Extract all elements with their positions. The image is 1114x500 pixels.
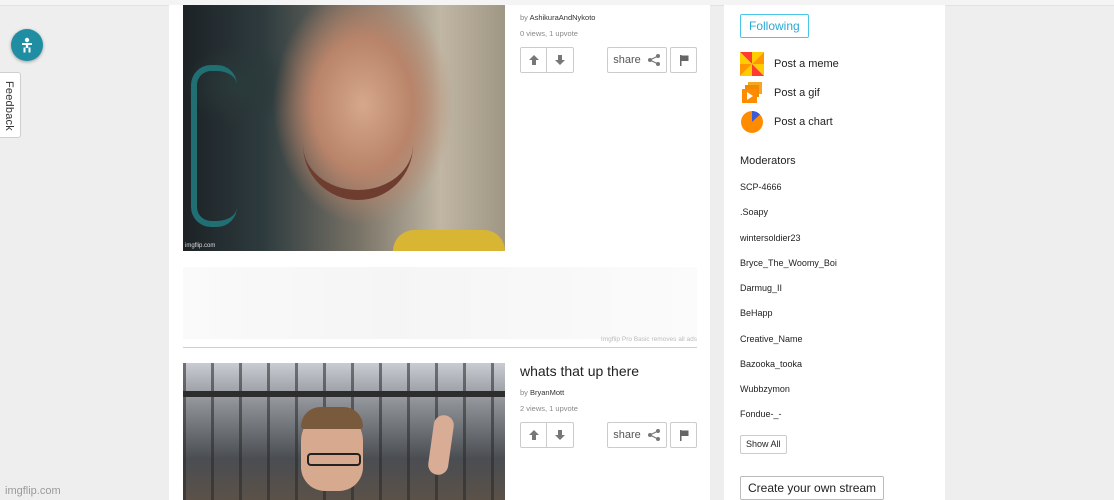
image-detail bbox=[191, 65, 237, 227]
site-watermark: imgflip.com bbox=[5, 485, 61, 497]
downvote-button[interactable] bbox=[546, 423, 572, 447]
image-detail bbox=[301, 407, 363, 429]
post-meme-label: Post a meme bbox=[774, 58, 839, 70]
accessibility-icon bbox=[22, 37, 32, 53]
create-stream-button[interactable]: Create your own stream bbox=[740, 476, 885, 500]
following-button[interactable]: Following bbox=[740, 14, 809, 38]
moderator-link[interactable]: Bazooka_tooka bbox=[740, 359, 802, 369]
share-button[interactable]: share bbox=[607, 47, 667, 73]
flag-button[interactable] bbox=[670, 47, 697, 73]
share-label: share bbox=[613, 429, 641, 441]
image-detail bbox=[303, 145, 413, 200]
post-1-image[interactable]: imgflip.com bbox=[183, 5, 505, 251]
post-2-image[interactable] bbox=[183, 363, 505, 500]
meme-pinwheel-icon bbox=[740, 52, 764, 76]
flag-icon bbox=[679, 430, 688, 441]
moderator-link[interactable]: Wubbzymon bbox=[740, 384, 790, 394]
post-2-author-line: by BryanMott bbox=[520, 388, 564, 397]
post-chart-link[interactable]: Post a chart bbox=[740, 110, 833, 134]
arrow-down-icon bbox=[554, 55, 565, 65]
ad-placeholder bbox=[183, 267, 697, 339]
post-gif-label: Post a gif bbox=[774, 87, 820, 99]
pie-chart-icon bbox=[741, 111, 763, 133]
image-detail bbox=[183, 391, 505, 397]
feedback-label: Feedback bbox=[3, 81, 15, 131]
accessibility-button[interactable] bbox=[11, 29, 43, 61]
by-label: by bbox=[520, 13, 528, 22]
moderator-link[interactable]: Fondue-_- bbox=[740, 409, 782, 419]
post-divider bbox=[183, 347, 697, 348]
share-icon bbox=[647, 54, 660, 66]
post-2-vote-group bbox=[520, 422, 574, 448]
upvote-button[interactable] bbox=[521, 48, 546, 72]
moderators-heading: Moderators bbox=[740, 155, 796, 167]
image-detail bbox=[307, 453, 361, 466]
moderator-link[interactable]: SCP-4666 bbox=[740, 182, 782, 192]
post-1-author-line: by AshikuraAndNykoto bbox=[520, 13, 595, 22]
post-1-author-link[interactable]: AshikuraAndNykoto bbox=[530, 13, 596, 22]
flag-button[interactable] bbox=[670, 422, 697, 448]
post-1-stats: 0 views, 1 upvote bbox=[520, 29, 578, 38]
moderator-link[interactable]: Creative_Name bbox=[740, 334, 803, 344]
main-column: imgflip.com by AshikuraAndNykoto 0 views… bbox=[169, 5, 710, 500]
post-1-vote-group bbox=[520, 47, 574, 73]
moderator-link[interactable]: BeHapp bbox=[740, 308, 773, 318]
arrow-down-icon bbox=[554, 430, 565, 440]
share-button[interactable]: share bbox=[607, 422, 667, 448]
by-label: by bbox=[520, 388, 528, 397]
post-meme-link[interactable]: Post a meme bbox=[740, 52, 839, 76]
share-label: share bbox=[613, 54, 641, 66]
arrow-up-icon bbox=[528, 55, 539, 65]
post-chart-label: Post a chart bbox=[774, 116, 833, 128]
moderator-link[interactable]: Darmug_II bbox=[740, 283, 782, 293]
gif-frames-icon bbox=[742, 82, 762, 103]
right-sidebar: Following Post a meme Post a gif Post a … bbox=[724, 5, 945, 500]
image-detail bbox=[426, 413, 456, 477]
show-all-button[interactable]: Show All bbox=[740, 435, 787, 454]
moderator-link[interactable]: .Soapy bbox=[740, 207, 768, 217]
moderator-link[interactable]: Bryce_The_Woomy_Boi bbox=[740, 258, 837, 268]
ad-note[interactable]: Imgflip Pro Basic removes all ads bbox=[601, 336, 697, 343]
arrow-up-icon bbox=[528, 430, 539, 440]
post-2-stats: 2 views, 1 upvote bbox=[520, 404, 578, 413]
share-icon bbox=[647, 429, 660, 441]
feedback-tab[interactable]: Feedback bbox=[0, 72, 21, 138]
post-gif-link[interactable]: Post a gif bbox=[740, 81, 820, 105]
upvote-button[interactable] bbox=[521, 423, 546, 447]
post-2-author-link[interactable]: BryanMott bbox=[530, 388, 564, 397]
image-credit: imgflip.com bbox=[185, 243, 216, 249]
image-detail bbox=[393, 230, 505, 251]
post-2-title[interactable]: whats that up there bbox=[520, 363, 639, 379]
moderator-link[interactable]: wintersoldier23 bbox=[740, 233, 801, 243]
downvote-button[interactable] bbox=[546, 48, 572, 72]
flag-icon bbox=[679, 55, 688, 66]
